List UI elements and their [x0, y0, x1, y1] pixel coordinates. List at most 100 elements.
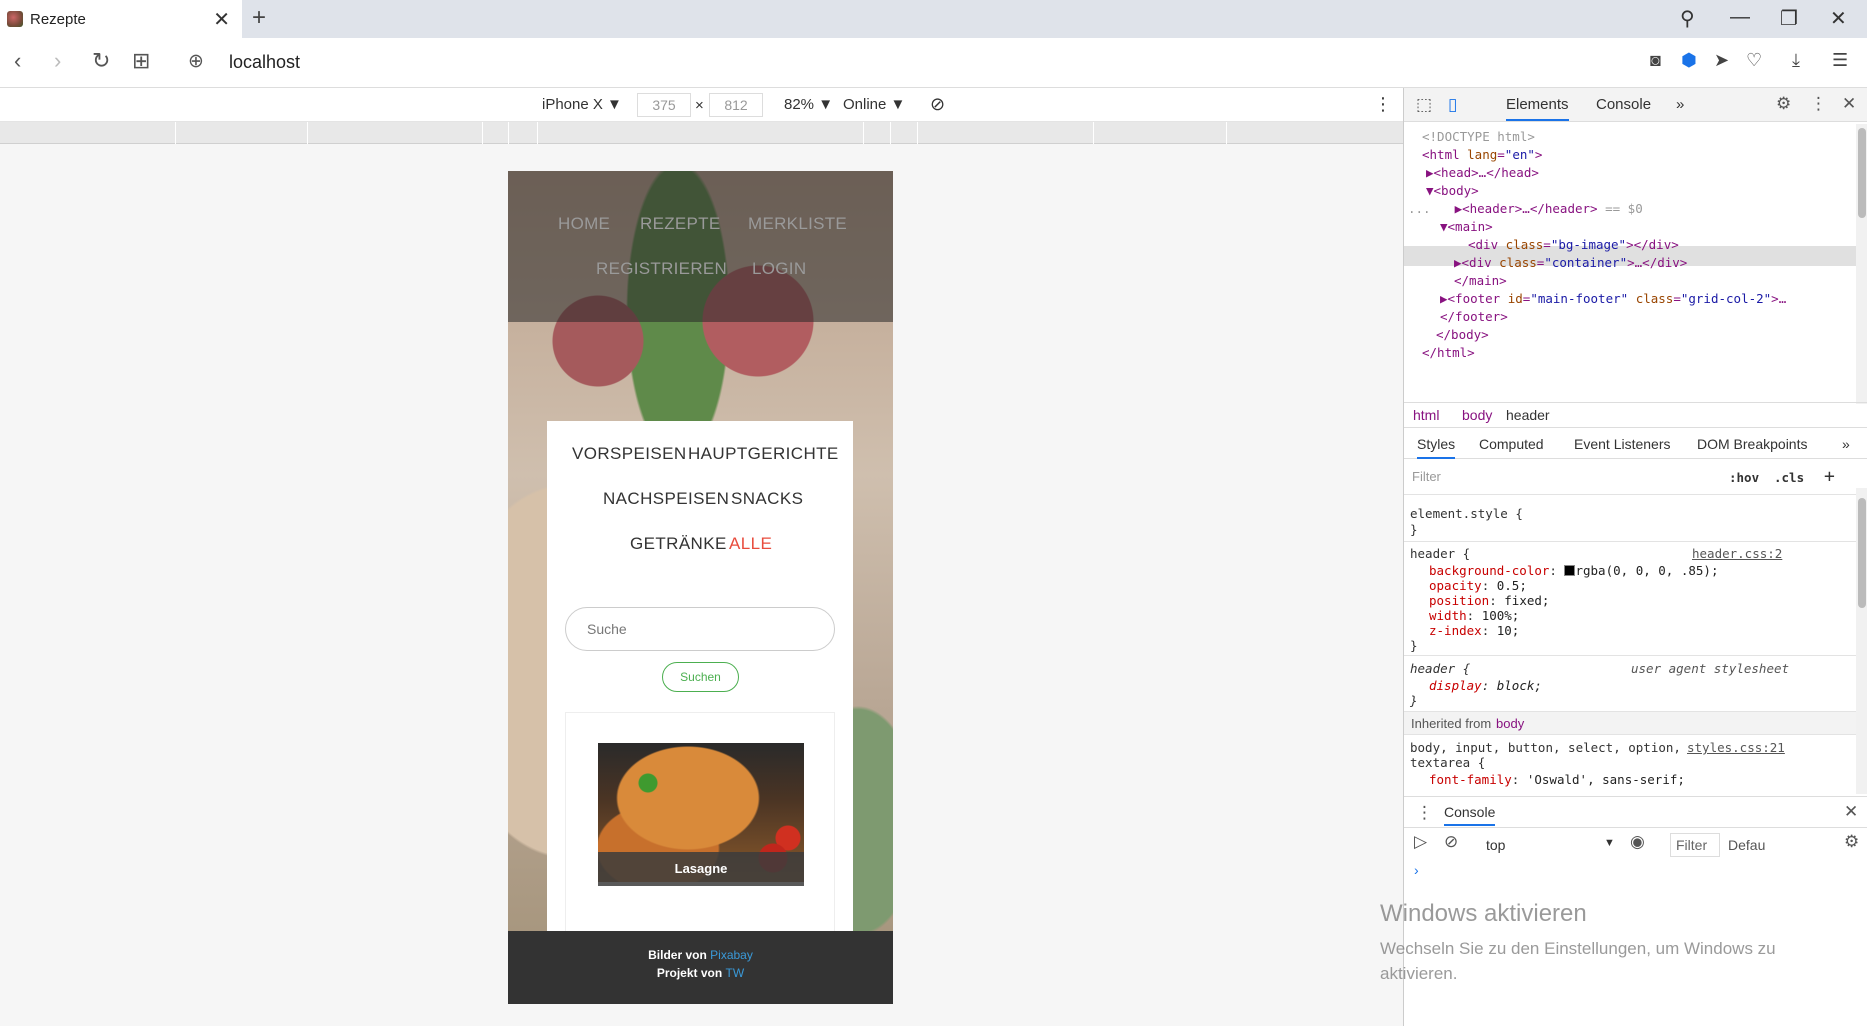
console-settings-icon[interactable]: ⚙: [1844, 832, 1859, 852]
devtools-menu-icon[interactable]: ⋮: [1810, 94, 1827, 114]
recipe-title[interactable]: Lasagne: [598, 852, 804, 886]
dom-line-selected[interactable]: ... ▶<header>…</header> == $0: [1408, 201, 1643, 216]
category-alle[interactable]: ALLE: [729, 534, 772, 554]
rule-source-link[interactable]: header.css:2: [1692, 546, 1782, 561]
reload-button[interactable]: ↻: [92, 48, 110, 74]
ruler-segment[interactable]: [482, 122, 483, 144]
dom-line[interactable]: </main>: [1454, 273, 1507, 288]
category-vorspeisen[interactable]: VORSPEISEN: [572, 444, 687, 464]
clear-console-icon[interactable]: ⊘: [1444, 832, 1458, 852]
css-declaration[interactable]: background-color: rgba(0, 0, 0, .85);: [1429, 563, 1718, 578]
color-swatch[interactable]: [1564, 565, 1576, 576]
css-declaration[interactable]: z-index: 10;: [1429, 623, 1519, 638]
menu-icon[interactable]: ☰: [1832, 50, 1848, 71]
ruler-segment[interactable]: [863, 122, 864, 144]
rule-selector[interactable]: header {: [1410, 546, 1470, 561]
new-tab-button[interactable]: +: [252, 4, 266, 32]
download-icon[interactable]: ⤓: [1792, 50, 1800, 71]
rotate-icon[interactable]: ⊘: [930, 94, 945, 115]
add-rule-button[interactable]: +: [1824, 466, 1835, 487]
rule-selector[interactable]: textarea {: [1410, 755, 1485, 770]
ruler-segment[interactable]: [917, 122, 918, 144]
browser-tab[interactable]: Rezepte ✕: [0, 0, 242, 38]
search-input[interactable]: Suche: [565, 607, 835, 651]
rule-selector[interactable]: header {: [1410, 661, 1470, 676]
nav-merkliste[interactable]: MERKLISTE: [748, 214, 847, 234]
ruler-segment[interactable]: [1226, 122, 1227, 144]
nav-rezepte[interactable]: REZEPTE: [640, 214, 721, 234]
log-level-select[interactable]: Defau: [1728, 837, 1765, 853]
ruler-segment[interactable]: [307, 122, 308, 144]
width-input[interactable]: 375: [637, 93, 691, 117]
dom-line[interactable]: </footer>: [1440, 309, 1508, 324]
breadcrumb-html[interactable]: html: [1413, 407, 1439, 423]
tab-styles[interactable]: Styles: [1417, 436, 1456, 459]
restore-button[interactable]: ❐: [1780, 6, 1798, 31]
height-input[interactable]: 812: [709, 93, 763, 117]
tab-console[interactable]: Console: [1596, 96, 1651, 113]
tab-elements[interactable]: Elements: [1506, 96, 1569, 121]
category-hauptgerichte[interactable]: HAUPTGERICHTE: [688, 444, 839, 464]
nav-login[interactable]: LOGIN: [752, 259, 806, 279]
media-query-bar[interactable]: [0, 122, 1403, 144]
dom-line[interactable]: <html lang="en">: [1422, 147, 1542, 162]
ruler-segment[interactable]: [175, 122, 176, 144]
hov-button[interactable]: :hov: [1729, 470, 1759, 485]
tw-link[interactable]: TW: [726, 966, 745, 980]
dom-line[interactable]: ▶<footer id="main-footer" class="grid-co…: [1440, 291, 1786, 306]
dom-line[interactable]: ▶<div class="container">…</div>: [1454, 255, 1687, 270]
breadcrumb-body[interactable]: body: [1462, 407, 1492, 423]
category-getraenke[interactable]: GETRÄNKE: [630, 534, 727, 554]
sidebar-toggle-icon[interactable]: ▷: [1414, 832, 1427, 852]
device-select[interactable]: iPhone X ▼: [542, 96, 622, 113]
css-declaration[interactable]: position: fixed;: [1429, 593, 1549, 608]
css-declaration[interactable]: width: 100%;: [1429, 608, 1519, 623]
settings-icon[interactable]: ⚙: [1776, 94, 1791, 114]
tab-close-icon[interactable]: ✕: [213, 7, 230, 32]
shield-icon[interactable]: ⬢: [1681, 50, 1697, 71]
url-field[interactable]: localhost: [229, 52, 300, 73]
ruler-segment[interactable]: [1093, 122, 1094, 144]
styles-scrollbar[interactable]: [1856, 488, 1867, 794]
drawer-menu-icon[interactable]: ⋮: [1416, 803, 1433, 823]
more-tabs-icon[interactable]: »: [1676, 96, 1684, 113]
forward-button[interactable]: ›: [54, 48, 61, 74]
dom-line[interactable]: </body>: [1436, 327, 1489, 342]
context-select[interactable]: top: [1486, 837, 1505, 853]
more-style-tabs-icon[interactable]: »: [1842, 436, 1850, 452]
devtools-close-icon[interactable]: ✕: [1842, 94, 1856, 114]
inherited-element-link[interactable]: body: [1496, 716, 1524, 731]
minimize-button[interactable]: —: [1730, 6, 1750, 29]
css-declaration[interactable]: opacity: 0.5;: [1429, 578, 1527, 593]
tab-event-listeners[interactable]: Event Listeners: [1574, 436, 1671, 452]
heart-icon[interactable]: ♡: [1746, 50, 1762, 71]
recipe-item[interactable]: Lasagne: [565, 712, 835, 952]
inspect-icon[interactable]: ⬚: [1416, 95, 1432, 115]
dom-tree-scrollbar[interactable]: [1856, 124, 1867, 404]
ruler-segment[interactable]: [508, 122, 509, 144]
speed-dial-icon[interactable]: ⊞: [132, 48, 150, 74]
console-filter-input[interactable]: Filter: [1670, 833, 1720, 857]
category-nachspeisen[interactable]: NACHSPEISEN: [603, 489, 729, 509]
rule-selector[interactable]: element.style {: [1410, 506, 1523, 521]
context-dropdown-icon[interactable]: ▼: [1604, 837, 1615, 849]
drawer-close-icon[interactable]: ✕: [1844, 802, 1858, 822]
tab-dom-breakpoints[interactable]: DOM Breakpoints: [1697, 436, 1807, 452]
eye-icon[interactable]: ◉: [1630, 832, 1645, 852]
ruler-segment[interactable]: [537, 122, 538, 144]
device-toggle-icon[interactable]: ▯: [1448, 95, 1457, 115]
dom-line[interactable]: ▶<head>…</head>: [1426, 165, 1539, 180]
send-icon[interactable]: ➤: [1714, 50, 1729, 71]
back-button[interactable]: ‹: [14, 48, 21, 74]
ruler-segment[interactable]: [890, 122, 891, 144]
console-tab[interactable]: Console: [1444, 804, 1496, 826]
more-icon[interactable]: ⋮: [1374, 94, 1392, 115]
network-select[interactable]: Online ▼: [843, 96, 905, 113]
console-prompt[interactable]: ›: [1414, 862, 1419, 878]
pixabay-link[interactable]: Pixabay: [710, 948, 753, 962]
search-icon[interactable]: ⚲: [1680, 6, 1695, 31]
rule-selector[interactable]: body, input, button, select, option,: [1410, 740, 1681, 755]
nav-home[interactable]: HOME: [558, 214, 610, 234]
zoom-select[interactable]: 82% ▼: [784, 96, 833, 113]
search-button[interactable]: Suchen: [662, 662, 739, 692]
